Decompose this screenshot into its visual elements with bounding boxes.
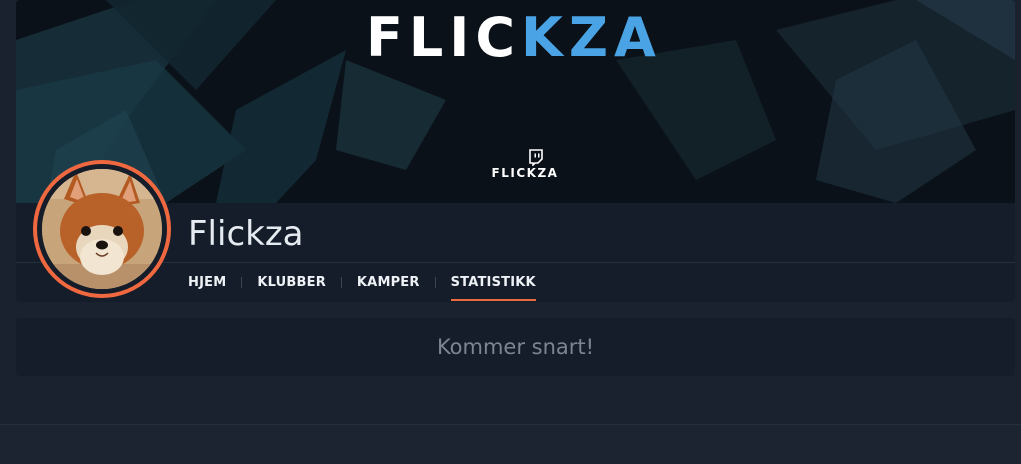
coming-soon-card: Kommer snart! [16, 318, 1015, 376]
tab-hjem[interactable]: HJEM [188, 263, 226, 301]
tab-separator [340, 276, 342, 288]
banner-title: FLICKZA [366, 8, 662, 68]
twitch-icon [529, 149, 543, 166]
profile-banner: FLICKZA FLICKZA [16, 0, 1015, 203]
banner-brand-label: FLICKZA [491, 166, 559, 180]
profile-name: Flickza [188, 214, 304, 254]
tab-separator [434, 276, 436, 288]
coming-soon-message: Kommer snart! [436, 335, 595, 359]
tab-separator [241, 276, 243, 288]
page-footer-area [0, 424, 1021, 464]
dog-avatar-icon [42, 169, 162, 289]
tab-kamper[interactable]: KAMPER [357, 263, 420, 301]
avatar[interactable] [33, 160, 171, 298]
profile-tabs: HJEM KLUBBER KAMPER STATISTIKK [188, 263, 537, 301]
tab-klubber[interactable]: KLUBBER [257, 263, 326, 301]
banner-title-blue: KZA [521, 6, 662, 69]
banner-title-white: FLIC [366, 6, 522, 69]
tab-statistikk[interactable]: STATISTIKK [450, 263, 537, 301]
avatar-image [42, 169, 162, 289]
profile-card: FLICKZA FLICKZA Flickza HJEM KLUBBER KAM… [16, 0, 1015, 302]
